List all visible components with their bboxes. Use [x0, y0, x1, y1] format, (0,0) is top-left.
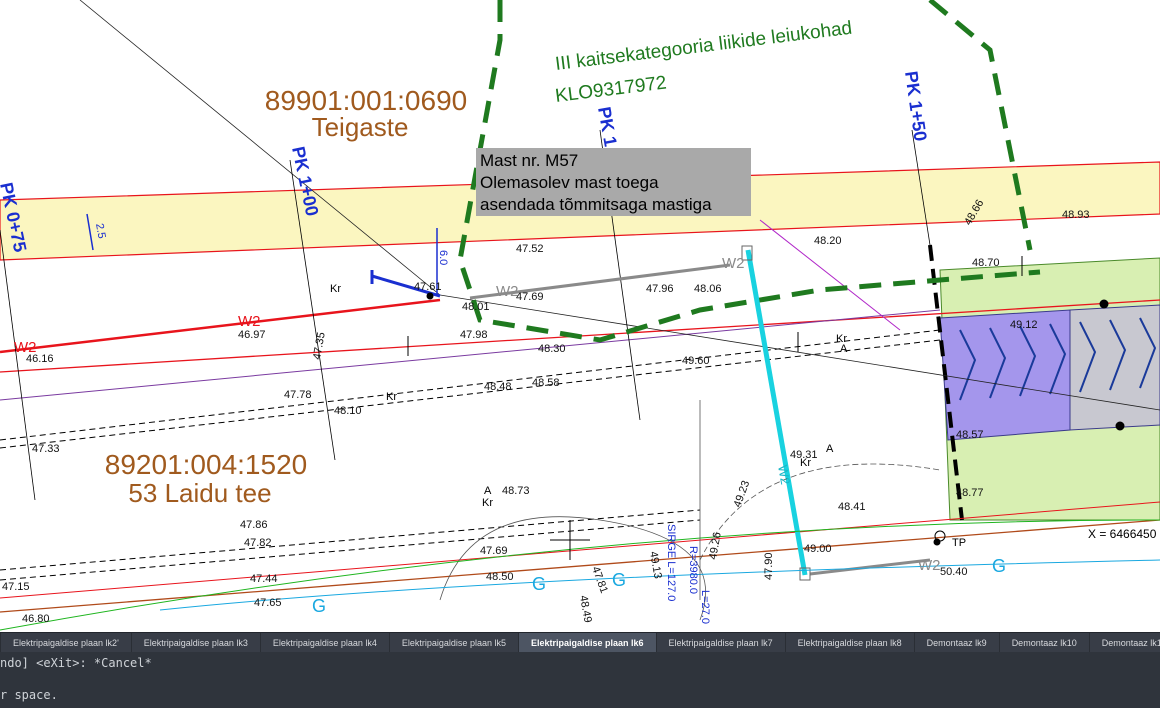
- dimension-60: 6.0: [437, 250, 449, 265]
- planned-area-purple: [939, 309, 1071, 441]
- wire-label-w2: W2: [722, 255, 745, 272]
- command-history-line-1: ndo] <eXit>: *Cancel*: [0, 656, 152, 670]
- zone-label-2: KLO9317972: [554, 72, 668, 106]
- svg-text:49.26: 49.26: [707, 531, 724, 560]
- wire-w2-red: [0, 298, 441, 354]
- svg-text:48.57: 48.57: [956, 429, 984, 441]
- svg-text:47.69: 47.69: [480, 545, 508, 557]
- svg-text:G: G: [312, 596, 326, 616]
- svg-text:47.98: 47.98: [460, 329, 488, 341]
- svg-text:47.90: 47.90: [763, 552, 775, 580]
- planned-area-grey: [1069, 304, 1160, 431]
- wire-label-w2: W2: [918, 557, 941, 574]
- svg-text:48.01: 48.01: [462, 301, 490, 313]
- svg-text:48.93: 48.93: [1062, 209, 1090, 221]
- svg-text:50.40: 50.40: [940, 566, 968, 578]
- svg-text:47.82: 47.82: [244, 537, 272, 549]
- svg-text:48.41: 48.41: [838, 501, 866, 513]
- tab-elektripaigaldise-lk2[interactable]: Elektripaigaldise plaan lk2': [1, 633, 132, 652]
- layout-tabs-bar: Elektripaigaldise plaan lk2' Elektripaig…: [0, 632, 1160, 652]
- svg-text:48.48: 48.48: [484, 381, 512, 393]
- curve-labels: SIRGE L=127.0 R=3980.0 L=27.0 X = 646645…: [665, 524, 1157, 624]
- svg-text:47.33: 47.33: [32, 443, 60, 455]
- chainage-pk150: PK 1+50: [901, 70, 931, 143]
- command-history-line-2: r space.: [0, 688, 58, 702]
- svg-text:49.00: 49.00: [804, 543, 832, 555]
- tab-elektripaigaldise-lk7[interactable]: Elektripaigaldise plaan lk7: [657, 633, 786, 652]
- svg-text:G: G: [992, 556, 1006, 576]
- svg-text:47.81: 47.81: [589, 565, 610, 595]
- svg-text:48.50: 48.50: [486, 571, 514, 583]
- tab-elektripaigaldise-lk6[interactable]: Elektripaigaldise plaan lk6: [518, 633, 657, 652]
- svg-text:48.06: 48.06: [694, 283, 722, 295]
- green-line-lower: [0, 519, 1160, 631]
- tab-elektripaigaldise-lk3[interactable]: Elektripaigaldise plaan lk3: [132, 633, 261, 652]
- svg-text:48.73: 48.73: [502, 485, 530, 497]
- svg-text:48.30: 48.30: [538, 343, 566, 355]
- drawing-svg: 89901:001:0690 Teigaste 89201:004:1520 5…: [0, 0, 1160, 631]
- kr-label: Kr: [482, 497, 493, 509]
- tooltip-line-3: asendada tõmmitsaga mastiga: [480, 195, 712, 214]
- mast-tooltip: Mast nr. M57 Olemasolev mast toega asend…: [476, 148, 751, 216]
- parcel-name-2: 53 Laidu tee: [128, 478, 271, 508]
- svg-text:49.12: 49.12: [1010, 319, 1038, 331]
- a-label: A: [840, 343, 848, 355]
- drawing-canvas[interactable]: 89901:001:0690 Teigaste 89201:004:1520 5…: [0, 0, 1160, 632]
- tab-elektripaigaldise-lk8[interactable]: Elektripaigaldise plaan lk8: [786, 633, 915, 652]
- svg-text:47.35: 47.35: [311, 331, 328, 360]
- svg-text:47.15: 47.15: [2, 581, 30, 593]
- svg-text:46.80: 46.80: [22, 613, 50, 625]
- svg-text:G: G: [612, 570, 626, 590]
- svg-text:47.96: 47.96: [646, 283, 674, 295]
- tooltip-line-1: Mast nr. M57: [480, 151, 579, 170]
- command-line-history[interactable]: ndo] <eXit>: *Cancel* r space.: [0, 652, 1160, 708]
- a-label: A: [826, 443, 834, 455]
- svg-text:48.58: 48.58: [532, 377, 560, 389]
- svg-text:L=27.0: L=27.0: [699, 590, 711, 624]
- svg-text:49.23: 49.23: [732, 479, 753, 509]
- tab-demontaaz-lk10[interactable]: Demontaaz lk10: [1000, 633, 1090, 652]
- svg-text:46.16: 46.16: [26, 353, 54, 365]
- svg-text:48.49: 48.49: [577, 594, 594, 623]
- wire-label-w2: W2: [238, 313, 261, 330]
- svg-text:47.69: 47.69: [516, 291, 544, 303]
- kr-label: Kr: [330, 283, 341, 295]
- svg-text:49.13: 49.13: [647, 550, 664, 579]
- svg-text:48.70: 48.70: [972, 257, 1000, 269]
- svg-text:49.60: 49.60: [682, 355, 710, 367]
- parcel-id-2: 89201:004:1520: [105, 449, 307, 480]
- svg-text:46.97: 46.97: [238, 329, 266, 341]
- cad-application: 89901:001:0690 Teigaste 89201:004:1520 5…: [0, 0, 1160, 708]
- a-label: A: [484, 485, 492, 497]
- tab-elektripaigaldise-lk5[interactable]: Elektripaigaldise plaan lk5: [390, 633, 519, 652]
- svg-text:47.65: 47.65: [254, 597, 282, 609]
- svg-text:R=3980.0: R=3980.0: [687, 546, 699, 594]
- kr-label: Kr: [386, 391, 397, 403]
- red-line-lower: [0, 501, 1160, 599]
- svg-text:47.86: 47.86: [240, 519, 268, 531]
- svg-text:48.20: 48.20: [814, 235, 842, 247]
- svg-text:47.52: 47.52: [516, 243, 544, 255]
- svg-text:49.31: 49.31: [790, 449, 818, 461]
- purple-line: [0, 309, 941, 401]
- svg-text:X = 6466450: X = 6466450: [1088, 527, 1157, 541]
- svg-text:47.44: 47.44: [250, 573, 278, 585]
- tab-demontaaz-lk9[interactable]: Demontaaz lk9: [915, 633, 1000, 652]
- tab-elektripaigaldise-lk4[interactable]: Elektripaigaldise plaan lk4: [261, 633, 390, 652]
- svg-text:TP: TP: [952, 537, 966, 549]
- svg-text:47.61: 47.61: [414, 281, 442, 293]
- svg-text:SIRGE L=127.0: SIRGE L=127.0: [665, 524, 677, 601]
- chainage-pk1: PK 1: [594, 105, 621, 148]
- tooltip-line-2: Olemasolev mast toega: [480, 173, 659, 192]
- svg-text:G: G: [532, 574, 546, 594]
- svg-text:47.78: 47.78: [284, 389, 312, 401]
- svg-text:48.77: 48.77: [956, 487, 984, 499]
- svg-text:48.10: 48.10: [334, 405, 362, 417]
- zone-label-1: III kaitsekategooria liikide leiukohad: [554, 18, 853, 75]
- parcel-name-1: Teigaste: [312, 112, 409, 142]
- tab-demontaaz-lk11[interactable]: Demontaaz lk11: [1090, 633, 1160, 652]
